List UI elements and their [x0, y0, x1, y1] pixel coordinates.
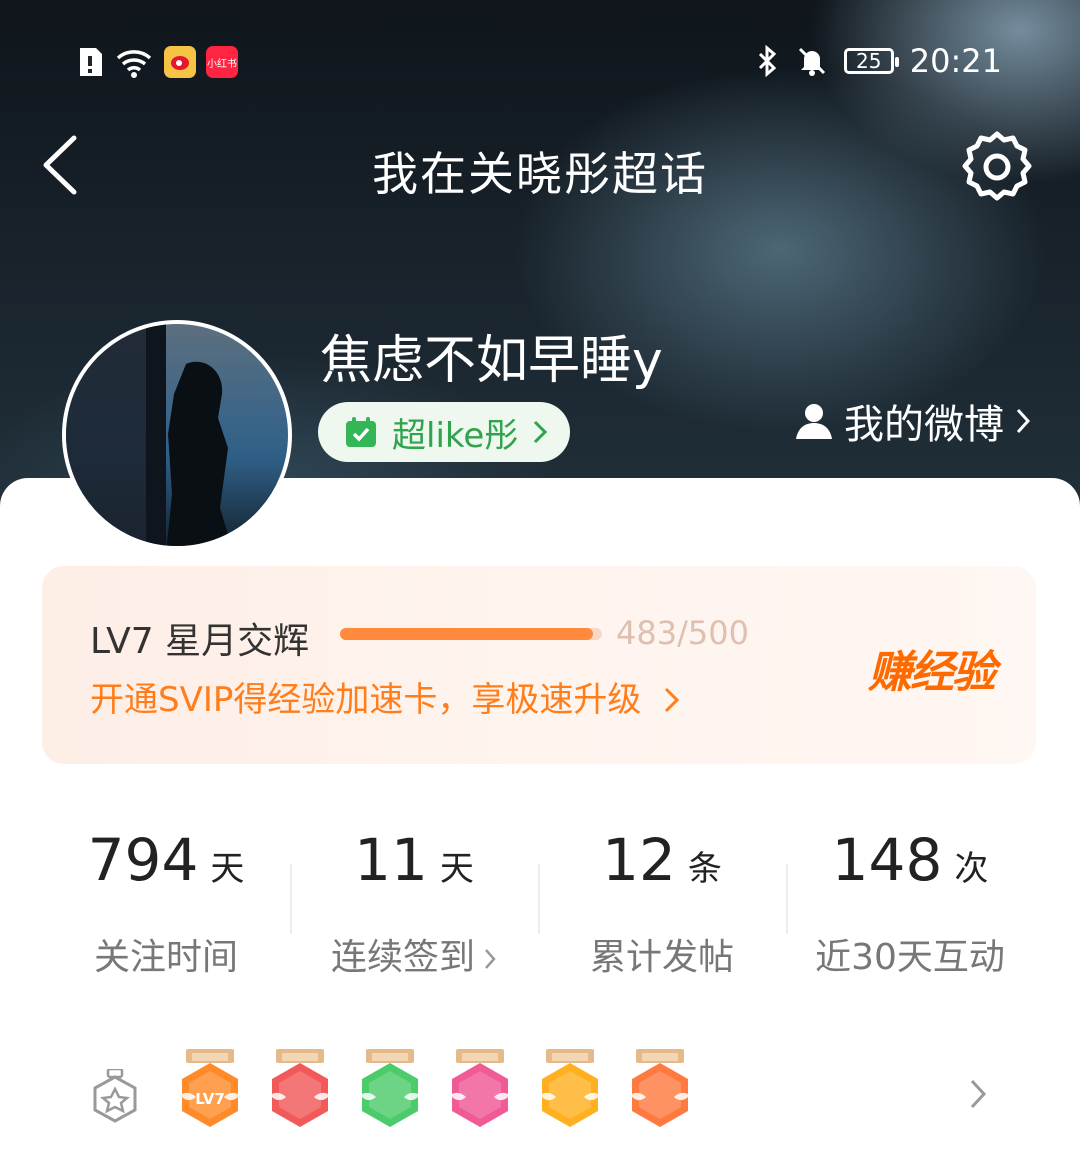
stat-label: 连续签到 — [330, 937, 475, 978]
stat-unit: 条 — [687, 849, 722, 889]
username: 焦虑不如早睡y — [320, 331, 663, 391]
stat-value: 11 — [354, 826, 428, 894]
chevron-right-icon — [485, 949, 496, 969]
stat-label: 近30天互动 — [815, 937, 1005, 978]
avatar[interactable] — [62, 320, 292, 550]
medal-hexagon-icon — [93, 1069, 137, 1123]
emoji-medal[interactable] — [538, 1049, 602, 1141]
chevron-right-icon[interactable] — [968, 1077, 988, 1111]
gear-icon — [962, 131, 1032, 201]
exp-progress-text: 483/500 — [616, 614, 749, 652]
rock-hand-medal[interactable] — [628, 1049, 692, 1141]
xiaohongshu-app-icon: 小红书 — [206, 46, 238, 78]
level-card: LV7 星月交辉 483/500 开通SVIP得经验加速卡，享极速升级 赚经验 — [42, 566, 1036, 764]
svip-upgrade-link[interactable]: 开通SVIP得经验加速卡，享极速升级 — [90, 672, 682, 721]
lv7-medal-icon: LV7 — [180, 1049, 240, 1127]
avatar-silhouette — [66, 324, 232, 546]
stat-value: 148 — [831, 826, 943, 894]
svip-text: 开通SVIP得经验加速卡，享极速升级 — [90, 680, 642, 720]
my-weibo-link[interactable]: 我的微博 — [794, 392, 1032, 450]
lv7-medal-label: LV7 — [195, 1090, 225, 1108]
emoji-medal-icon — [540, 1049, 600, 1127]
stat-unit: 次 — [954, 849, 989, 889]
stats-panel: 794 天 关注时间 11 天 连续签到 12 条 累计发帖 148 次 近30天互动 — [42, 798, 1036, 993]
xiaohongshu-app-label: 小红书 — [207, 58, 237, 70]
page-title: 我在关晓彤超话 — [372, 147, 708, 201]
my-weibo-label: 我的微博 — [844, 402, 1004, 448]
calendar-check-icon — [346, 417, 376, 447]
sim-icon — [80, 48, 102, 76]
stat-total-posts: 12 条 累计发帖 — [538, 798, 786, 993]
stat-value: 794 — [87, 826, 199, 894]
stat-checkin-days[interactable]: 11 天 连续签到 — [290, 798, 538, 993]
badge-label: 超like彤 — [392, 415, 519, 456]
medal-list: LV7 — [178, 1049, 692, 1141]
level-name: LV7 星月交辉 — [90, 621, 310, 662]
weibo-app-icon — [164, 46, 196, 78]
stat-follow-days: 794 天 关注时间 — [42, 798, 290, 993]
battery-indicator: 25 — [843, 48, 899, 74]
exp-progress-bar — [340, 628, 602, 640]
rock-hand-medal-icon — [630, 1049, 690, 1127]
wifi-icon — [116, 50, 152, 78]
stat-label: 关注时间 — [93, 937, 238, 978]
battery-level: 25 — [856, 49, 882, 73]
chevron-right-icon — [665, 687, 680, 713]
status-icons-left: 小红书 — [78, 46, 238, 78]
exp-progress-fill — [340, 628, 594, 640]
stat-label: 累计发帖 — [589, 937, 734, 978]
chevron-right-icon — [534, 420, 548, 444]
chao-like-badge[interactable]: 超like彤 — [318, 402, 571, 462]
bluetooth-icon — [758, 45, 776, 77]
settings-button[interactable] — [958, 128, 1036, 206]
stat-value: 12 — [602, 826, 676, 894]
bell-mute-icon — [798, 47, 825, 76]
medals-row[interactable]: LV7 — [42, 1021, 1036, 1169]
graduation-medal[interactable] — [448, 1049, 512, 1141]
chevron-right-icon — [1016, 408, 1031, 434]
trophy-medal-icon — [270, 1049, 330, 1127]
graduation-medal-icon — [450, 1049, 510, 1127]
stat-unit: 天 — [439, 849, 474, 889]
hand-medal[interactable] — [358, 1049, 422, 1141]
stat-unit: 天 — [210, 849, 245, 889]
status-bar: 小红书 25 20:21 — [0, 40, 1080, 92]
status-icons-right: 25 20:21 — [756, 42, 1002, 80]
top-nav: 我在关晓彤超话 — [0, 130, 1080, 210]
main-card: LV7 星月交辉 483/500 开通SVIP得经验加速卡，享极速升级 赚经验 … — [0, 478, 1080, 1176]
lv7-medal[interactable]: LV7 — [178, 1049, 242, 1141]
trophy-medal[interactable] — [268, 1049, 332, 1141]
earn-exp-button[interactable]: 赚经验 — [868, 636, 996, 700]
clock: 20:21 — [909, 42, 1002, 80]
hand-medal-icon — [360, 1049, 420, 1127]
user-icon — [796, 404, 832, 439]
stat-interactions: 148 次 近30天互动 — [786, 798, 1034, 993]
